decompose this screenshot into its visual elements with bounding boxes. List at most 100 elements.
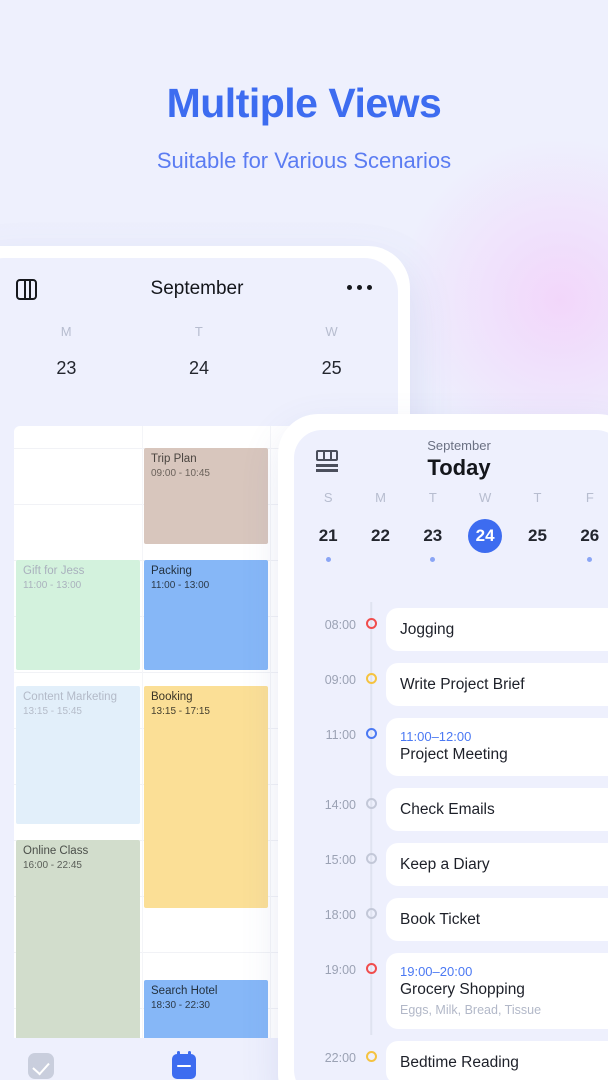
calendar-event[interactable]: Gift for Jess 11:00 - 13:00	[16, 560, 140, 670]
agenda-item-title: Project Meeting	[400, 746, 508, 763]
week-month-label: September	[150, 278, 244, 299]
week-day-names: MTW	[0, 320, 398, 339]
agenda-item-time: 14:00	[324, 798, 356, 812]
agenda-timeline-line	[370, 657, 372, 712]
week-strip-day[interactable]: M 22	[354, 490, 406, 562]
agenda-card[interactable]: Check Emails	[386, 788, 608, 831]
week-strip-daynum[interactable]: 24	[468, 519, 503, 553]
hero-section: Multiple Views Suitable for Various Scen…	[0, 0, 608, 174]
agenda-item-time: 08:00	[324, 618, 356, 632]
week-strip-day[interactable]: F 26	[564, 490, 608, 562]
page-title: Multiple Views	[166, 80, 442, 126]
agenda-card[interactable]: Book Ticket	[386, 898, 608, 941]
event-title: Booking	[151, 691, 193, 703]
agenda-item[interactable]: 14:00 Check Emails	[294, 782, 608, 837]
agenda-status-ring[interactable]	[365, 673, 377, 684]
week-strip-daynum[interactable]: 26	[573, 519, 607, 553]
agenda-timeline-line	[370, 837, 372, 892]
calendar-event[interactable]: Content Marketing 13:15 - 15:45	[16, 686, 140, 824]
calendar-event[interactable]: Online Class 16:00 - 22:45	[16, 840, 140, 1038]
page-subtitle: Suitable for Various Scenarios	[156, 148, 452, 173]
week-hour-label: 17	[0, 889, 14, 903]
agenda-item-title: Keep a Diary	[400, 856, 490, 873]
agenda-item[interactable]: 15:00 Keep a Diary	[294, 837, 608, 892]
agenda-card[interactable]: Jogging	[386, 608, 608, 651]
agenda-timeline-line	[370, 712, 372, 782]
agenda-status-ring[interactable]	[365, 1051, 377, 1062]
week-strip-event-dot	[587, 557, 593, 562]
event-time: 13:15 - 17:15	[151, 706, 210, 717]
agenda-item-time: 15:00	[324, 853, 356, 867]
week-strip-day[interactable]: T 23	[407, 490, 459, 562]
agenda-item[interactable]: 08:00 Jogging	[294, 602, 608, 657]
agenda-status-ring[interactable]	[365, 963, 377, 974]
agenda-card[interactable]: Write Project Brief	[386, 663, 608, 706]
event-title: Content Marketing	[23, 691, 117, 703]
agenda-timeline-line	[370, 892, 372, 947]
day-view-toolbar: September Today	[294, 430, 608, 490]
calendar-event[interactable]: Trip Plan 09:00 - 10:45	[144, 448, 268, 544]
week-strip-daynum[interactable]: 23	[416, 519, 450, 553]
week-day-number[interactable]: 25	[265, 339, 398, 379]
week-strip-day[interactable]: W 24	[459, 490, 511, 562]
week-strip-daynum[interactable]: 21	[311, 519, 345, 553]
agenda-card[interactable]: Keep a Diary	[386, 843, 608, 886]
agenda-item-time: 18:00	[324, 908, 356, 922]
agenda-item-range: 11:00–12:00	[400, 729, 472, 744]
week-strip-dayname: F	[585, 490, 594, 505]
day-today-label: Today	[427, 455, 491, 480]
day-week-strip[interactable]: S 21 M 22 T 23 W 24 T 25 F 26	[294, 490, 608, 562]
agenda-status-ring[interactable]	[365, 798, 377, 809]
event-time: 18:30 - 22:30	[151, 1000, 210, 1011]
event-time: 13:15 - 15:45	[23, 706, 82, 717]
week-day-number[interactable]: 23	[0, 339, 133, 379]
calendar-event[interactable]: Packing 11:00 - 13:00	[144, 560, 268, 670]
more-icon[interactable]	[347, 285, 372, 290]
week-day-number[interactable]: 24	[133, 339, 266, 379]
agenda-card[interactable]: Bedtime Reading	[386, 1041, 608, 1080]
agenda-status-ring[interactable]	[365, 618, 377, 629]
week-hour-label: 11	[0, 553, 14, 567]
event-time: 09:00 - 10:45	[151, 468, 210, 479]
agenda-item-range: 19:00–20:00	[400, 964, 473, 979]
agenda-status-ring[interactable]	[365, 853, 377, 864]
check-square-icon[interactable]	[28, 1053, 55, 1079]
week-strip-day[interactable]: T 25	[511, 490, 563, 562]
week-column-divider	[142, 426, 143, 1038]
agenda-item-title: Jogging	[400, 621, 455, 638]
agenda-status-ring[interactable]	[365, 908, 377, 919]
week-strip-event-dot	[430, 557, 436, 562]
agenda-timeline-line	[370, 602, 372, 657]
agenda-item-time: 22:00	[324, 1051, 356, 1065]
calendar-icon[interactable]	[172, 1050, 196, 1079]
week-day-numbers: 23 24 25	[0, 339, 398, 379]
agenda-card[interactable]: 11:00–12:00 Project Meeting	[386, 718, 608, 776]
agenda-status-ring[interactable]	[365, 728, 377, 739]
week-strip-daynum[interactable]: 25	[520, 519, 554, 553]
tab-calendar[interactable]	[113, 1050, 256, 1079]
agenda-item[interactable]: 18:00 Book Ticket	[294, 892, 608, 947]
week-strip-day[interactable]: S 21	[302, 490, 354, 562]
agenda-item[interactable]: 19:00 19:00–20:00 Grocery Shopping Eggs, Mi…	[294, 947, 608, 1035]
agenda-item[interactable]: 09:00 Write Project Brief	[294, 657, 608, 712]
agenda-item[interactable]: 11:00 11:00–12:00 Project Meeting	[294, 712, 608, 782]
agenda-timeline-column	[356, 602, 386, 657]
week-hour-label: 16	[0, 833, 14, 847]
agenda-item-note: Eggs, Milk, Bread, Tissue	[400, 1003, 542, 1017]
tab-check-square[interactable]	[0, 1053, 113, 1079]
week-day-name: W	[325, 324, 339, 339]
week-strip-daynum[interactable]: 22	[363, 519, 397, 553]
calendar-event[interactable]: Booking 13:15 - 17:15	[144, 686, 268, 908]
agenda-list[interactable]: 08:00 Jogging 09:00 Write Project Brief 11:0…	[294, 602, 608, 1080]
agenda-timeline-column	[356, 1035, 386, 1080]
agenda-item[interactable]: 22:00 Bedtime Reading	[294, 1035, 608, 1080]
agenda-card[interactable]: 19:00–20:00 Grocery Shopping Eggs, Milk, B…	[386, 953, 608, 1029]
calendar-event[interactable]: Search Hotel 18:30 - 22:30	[144, 980, 268, 1038]
agenda-item-title: Bedtime Reading	[400, 1054, 519, 1071]
week-strip-dayname: W	[479, 490, 492, 505]
agenda-item-time: 19:00	[324, 963, 356, 977]
day-month-label: September	[427, 438, 491, 453]
week-hour-axis: 09101112131415161718192021	[0, 426, 14, 1038]
event-time: 11:00 - 13:00	[23, 580, 82, 591]
agenda-item-title: Check Emails	[400, 801, 495, 818]
